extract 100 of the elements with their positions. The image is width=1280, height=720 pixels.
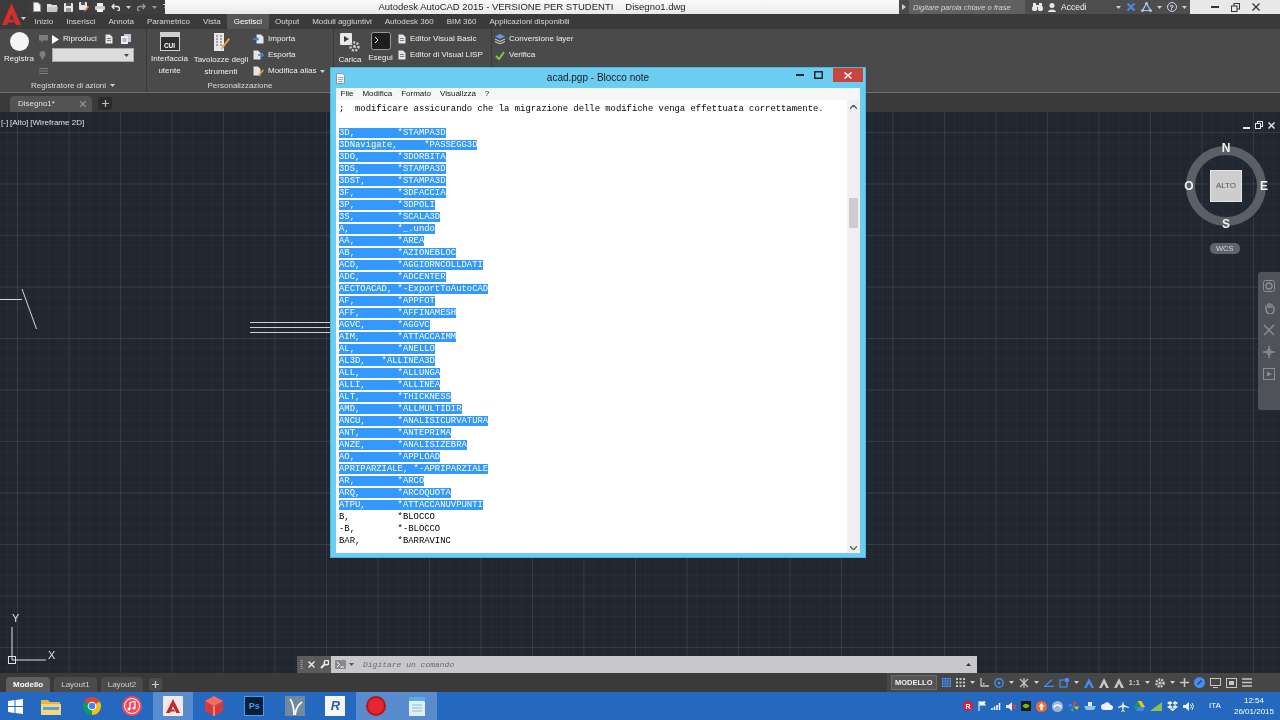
settings-icon[interactable]: [1155, 677, 1166, 688]
caret-icon[interactable]: [1145, 681, 1151, 684]
fullscreen-icon[interactable]: [1226, 677, 1238, 688]
cloud-icon[interactable]: [1101, 702, 1114, 710]
ribbon-button[interactable]: Registra: [3, 32, 35, 65]
history-caret-icon[interactable]: [966, 663, 971, 666]
caret-icon[interactable]: [126, 5, 131, 9]
taskbar-button[interactable]: [152, 692, 194, 720]
taskbar-button[interactable]: [396, 692, 437, 720]
taskbar-button[interactable]: Ps: [233, 692, 275, 720]
menu-item[interactable]: ?: [480, 89, 494, 99]
redo-icon[interactable]: [137, 3, 146, 11]
menu-item[interactable]: File: [336, 89, 358, 99]
menu-icon[interactable]: [1242, 678, 1253, 687]
ribbon-tab[interactable]: Applicazioni disponibili: [482, 14, 576, 29]
close-icon[interactable]: [1252, 3, 1260, 11]
viewport-menu-link[interactable]: [Alto]: [10, 118, 29, 128]
caret-icon[interactable]: [1156, 5, 1162, 9]
page-icon[interactable]: [33, 2, 41, 12]
ribbon-button[interactable]: Tavolozze degli strumenti: [193, 32, 249, 78]
restore-icon[interactable]: [1255, 121, 1263, 129]
arc-circle-icon[interactable]: [1052, 700, 1064, 712]
caret-icon[interactable]: [349, 663, 354, 666]
layout-tab[interactable]: Layout2: [100, 677, 144, 692]
caret-icon[interactable]: [1115, 5, 1121, 9]
ribbon-button[interactable]: [120, 34, 131, 44]
ribbon-tab[interactable]: Moduli aggiuntivi: [305, 14, 379, 29]
up-arrow-icon[interactable]: [1036, 700, 1048, 712]
corner-icon[interactable]: [979, 678, 989, 687]
arrow-right-icon[interactable]: [902, 4, 906, 10]
ribbon-button[interactable]: Riproduci: [52, 34, 97, 44]
circle-icon[interactable]: [1194, 677, 1206, 688]
file-tab[interactable]: Disegno1*: [10, 96, 92, 112]
flag-icon[interactable]: [978, 701, 987, 711]
peak-icon[interactable]: [1113, 677, 1124, 688]
ribbon-tab[interactable]: Gestisci: [227, 14, 269, 29]
undo-icon[interactable]: [111, 3, 120, 11]
compass-letter[interactable]: E: [1260, 180, 1268, 192]
caret-icon[interactable]: [1033, 681, 1039, 684]
viewport-menu-link[interactable]: [-]: [1, 118, 9, 128]
ribbon-tab[interactable]: Annota: [102, 14, 141, 29]
angle-icon[interactable]: [1043, 678, 1054, 687]
caret-icon[interactable]: [1008, 681, 1014, 684]
binoculars-icon[interactable]: [1032, 3, 1043, 11]
ribbon-tab[interactable]: Inizio: [28, 14, 60, 29]
ribbon-button[interactable]: Esegui: [367, 32, 394, 64]
snap-square-icon[interactable]: [1058, 677, 1069, 688]
ribbon-button[interactable]: Verifica: [495, 50, 536, 60]
peak-icon[interactable]: [1098, 677, 1109, 688]
scrollbar[interactable]: [847, 100, 860, 553]
caret-icon[interactable]: [969, 681, 975, 684]
prompt-icon[interactable]: [335, 660, 346, 669]
menu-item[interactable]: Modifica: [357, 89, 397, 99]
ribbon-tab[interactable]: Inserisci: [59, 14, 103, 29]
layout-tab[interactable]: Layout1: [54, 677, 97, 692]
ribbon-tab[interactable]: Autodesk 360: [378, 14, 441, 29]
scroll-down-icon[interactable]: [850, 546, 857, 550]
box-icon[interactable]: [1167, 701, 1179, 711]
menu-item[interactable]: Formato: [396, 89, 436, 99]
ribbon-button[interactable]: [104, 34, 113, 44]
scrollbar-thumb[interactable]: [849, 198, 858, 228]
signal-wedge-icon[interactable]: [1150, 701, 1163, 711]
annotation-scale-button[interactable]: 1:1: [1128, 677, 1141, 688]
caret-icon[interactable]: [1170, 681, 1176, 684]
caret-icon[interactable]: [1073, 681, 1079, 684]
pinwheel-icon[interactable]: [1068, 700, 1080, 712]
ribbon-button[interactable]: Carica: [337, 32, 363, 66]
grid-icon[interactable]: [941, 678, 951, 687]
airplane-icon[interactable]: [1118, 700, 1130, 712]
clock-button[interactable]: 12:54 26/01/2015: [1233, 695, 1274, 717]
triangle-icon[interactable]: [1134, 701, 1146, 711]
language-indicator[interactable]: ITA: [1209, 701, 1221, 711]
signal-bars-icon[interactable]: [991, 702, 1002, 710]
folder-icon[interactable]: [47, 2, 58, 12]
ribbon-button[interactable]: Importa: [253, 34, 296, 44]
compass-letter[interactable]: O: [1184, 180, 1194, 192]
ribbon-tab[interactable]: Parametrico: [140, 14, 197, 29]
peak-icon[interactable]: [1083, 677, 1094, 688]
menu-item[interactable]: Visualizza: [435, 89, 481, 99]
eye-tile-icon[interactable]: [1021, 701, 1032, 711]
dot-grid-icon[interactable]: [955, 678, 965, 687]
wrench-icon[interactable]: [320, 660, 329, 669]
ribbon-button[interactable]: Modifica alias: [253, 66, 326, 76]
caret-icon[interactable]: [1181, 5, 1187, 9]
scroll-up-icon[interactable]: [850, 105, 857, 109]
compass-letter[interactable]: S: [1222, 218, 1230, 230]
ribbon-button[interactable]: Esporta: [253, 50, 296, 60]
ribbon-tab[interactable]: Vista: [196, 14, 228, 29]
floppy-pencil-icon[interactable]: [79, 2, 89, 12]
caret-icon[interactable]: [21, 17, 26, 20]
ribbon-button[interactable]: Editor Visual Basic: [398, 34, 477, 44]
target-icon[interactable]: [993, 677, 1004, 688]
ribbon-button[interactable]: Editor di Visual LISP: [398, 50, 483, 60]
search-expand-button[interactable]: [899, 0, 909, 14]
command-line-field[interactable]: Digitare un comando: [331, 656, 977, 673]
caret-icon[interactable]: [320, 69, 326, 73]
maximize-icon[interactable]: [814, 71, 823, 79]
grip-icon[interactable]: [300, 660, 303, 669]
sign-in-button[interactable]: Accedi: [1061, 1, 1087, 13]
plus-icon[interactable]: [1180, 678, 1190, 687]
